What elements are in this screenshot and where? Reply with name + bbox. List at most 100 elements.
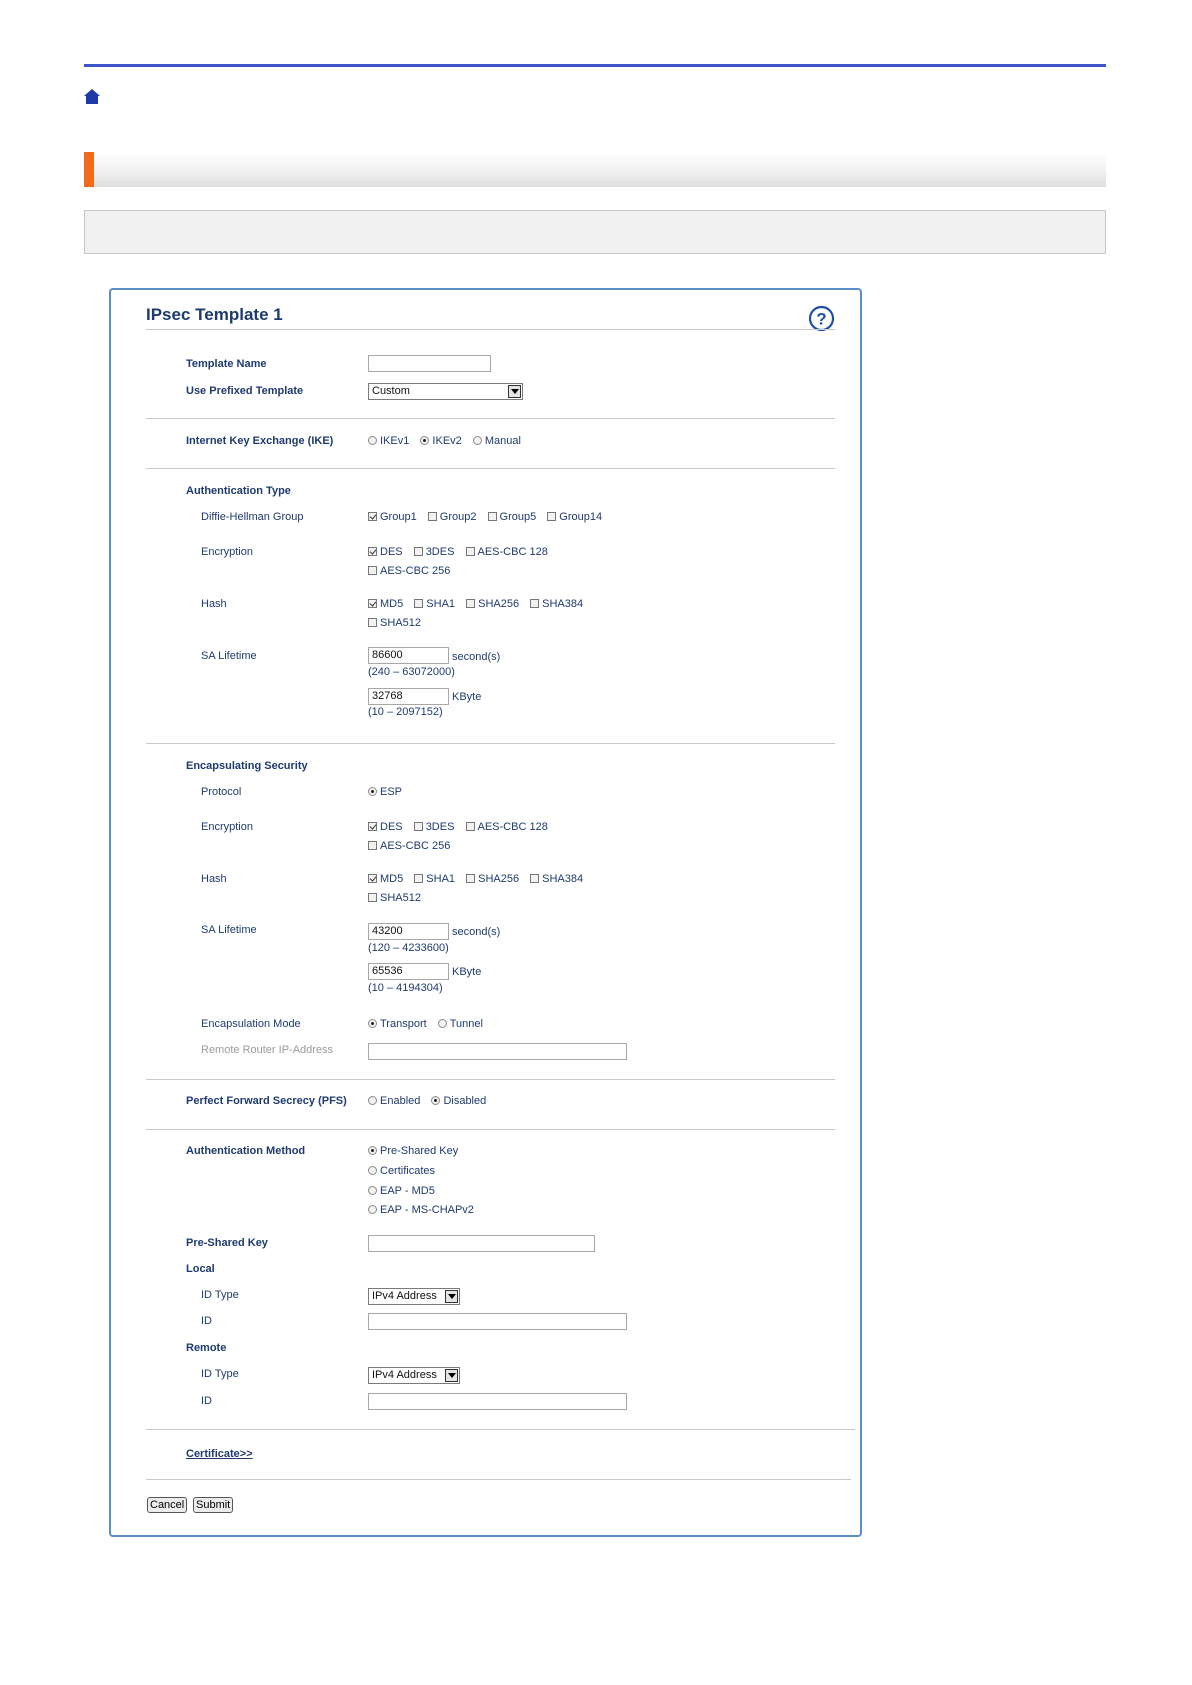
divider [146,1129,835,1130]
auth-method-eap-md5-radio[interactable]: EAP - MD5 [368,1184,435,1198]
encap-sa-seconds-range: (120 – 4233600) [368,942,449,954]
remote-heading: Remote [186,1342,227,1354]
prefixed-template-select[interactable]: Custom [368,383,523,400]
encap-hash-sha256-checkbox[interactable]: SHA256 [466,873,519,885]
radio-icon [368,1166,377,1175]
template-name-input[interactable] [368,355,491,372]
local-id-input[interactable] [368,1313,627,1330]
ike-option-manual[interactable]: Manual [472,435,521,447]
cancel-button[interactable]: Cancel [147,1497,188,1513]
auth-enc-aes128-checkbox[interactable]: AES-CBC 128 [465,546,548,558]
checkbox-icon [427,512,437,521]
encap-hash-sha1-checkbox[interactable]: SHA1 [414,873,455,885]
psk-label: Pre-Shared Key [186,1237,268,1249]
auth-enc-3des-checkbox[interactable]: 3DES [413,546,454,558]
auth-hash-sha256-checkbox[interactable]: SHA256 [466,598,519,610]
auth-method-eap-mschapv2-radio[interactable]: EAP - MS-CHAPv2 [368,1203,474,1217]
encap-hash-sha512-checkbox[interactable]: SHA512 [368,892,421,904]
encap-sa-lifetime-label: SA Lifetime [201,924,257,936]
remote-id-type-label: ID Type [201,1368,239,1380]
pfs-label: Perfect Forward Secrecy (PFS) [186,1095,347,1107]
encap-heading: Encapsulating Security [186,760,308,772]
auth-hash-sha1-checkbox[interactable]: SHA1 [414,598,455,610]
ike-option-ikev2[interactable]: IKEv2 [420,435,462,447]
auth-method-certificates-radio[interactable]: Certificates [368,1164,435,1178]
certificate-link[interactable]: Certificate>> [186,1448,253,1460]
auth-sa-kbyte-input[interactable]: 32768 [368,688,449,705]
divider [146,1479,851,1480]
auth-method-psk-radio[interactable]: Pre-Shared Key [368,1144,458,1158]
checkbox-checked-icon [368,512,377,521]
auth-hash-options-row2: SHA512 [368,616,421,630]
local-heading: Local [186,1263,215,1275]
radio-icon [368,1096,377,1105]
encap-hash-md5-checkbox[interactable]: MD5 [368,873,403,885]
local-id-type-select[interactable]: IPv4 Address [368,1288,460,1305]
divider [146,743,835,744]
radio-selected-icon [368,1019,377,1028]
checkbox-icon [466,874,476,883]
encap-hash-options-row2: SHA512 [368,891,421,905]
checkbox-icon [368,841,377,850]
dropdown-arrow-icon [445,1290,458,1303]
checkbox-checked-icon [368,874,377,883]
radio-icon [368,1186,377,1195]
encap-mode-tunnel-radio[interactable]: Tunnel [437,1018,483,1030]
remote-id-type-value: IPv4 Address [372,1369,437,1381]
local-id-type-value: IPv4 Address [372,1290,437,1302]
dropdown-arrow-icon [508,385,521,398]
auth-sa-kbyte-range: (10 – 2097152) [368,706,443,718]
auth-sa-seconds-input[interactable]: 86600 [368,647,449,664]
encap-enc-3des-checkbox[interactable]: 3DES [413,821,454,833]
ike-label: Internet Key Exchange (IKE) [186,435,334,447]
encap-hash-sha384-checkbox[interactable]: SHA384 [530,873,583,885]
auth-type-heading: Authentication Type [186,485,291,497]
encap-enc-des-checkbox[interactable]: DES [368,821,403,833]
auth-hash-md5-checkbox[interactable]: MD5 [368,598,403,610]
protocol-option[interactable]: ESP [368,785,402,799]
panel-title: IPsec Template 1 [146,305,283,324]
encap-sa-kbyte-unit: KByte [452,966,482,978]
help-icon[interactable]: ? [808,305,835,332]
encap-enc-aes256-checkbox[interactable]: AES-CBC 256 [368,840,450,852]
dh-group-label: Diffie-Hellman Group [201,511,304,523]
remote-id-input[interactable] [368,1393,627,1410]
remote-router-input[interactable] [368,1043,627,1060]
pfs-disabled-radio[interactable]: Disabled [431,1095,486,1107]
auth-hash-sha512-checkbox[interactable]: SHA512 [368,617,421,629]
radio-icon [368,436,377,445]
auth-hash-options: MD5 SHA1 SHA256 SHA384 [368,597,583,611]
title-divider [146,329,835,330]
checkbox-checked-icon [368,547,377,556]
home-icon[interactable] [84,89,100,104]
dh-group14-checkbox[interactable]: Group14 [547,511,602,523]
checkbox-icon [414,599,424,608]
pfs-options: Enabled Disabled [368,1094,486,1108]
encap-mode-transport-radio[interactable]: Transport [368,1018,427,1030]
pfs-enabled-radio[interactable]: Enabled [368,1095,420,1107]
dh-group1-checkbox[interactable]: Group1 [368,511,417,523]
auth-enc-des-checkbox[interactable]: DES [368,546,403,558]
auth-method-label: Authentication Method [186,1145,306,1157]
encap-mode-options: Transport Tunnel [368,1017,483,1031]
section-accent [84,152,94,187]
auth-enc-aes256-checkbox[interactable]: AES-CBC 256 [368,565,450,577]
checkbox-icon [465,822,475,831]
dropdown-arrow-icon [445,1369,458,1382]
auth-encryption-options: DES 3DES AES-CBC 128 [368,545,548,559]
note-box [84,210,1106,254]
dh-group5-checkbox[interactable]: Group5 [487,511,536,523]
remote-id-type-select[interactable]: IPv4 Address [368,1367,460,1384]
checkbox-icon [530,599,540,608]
encap-sa-kbyte-input[interactable]: 65536 [368,963,449,980]
auth-sa-kbyte-unit: KByte [452,691,482,703]
psk-input[interactable] [368,1235,595,1252]
checkbox-icon [414,874,424,883]
auth-hash-sha384-checkbox[interactable]: SHA384 [530,598,583,610]
submit-button[interactable]: Submit [193,1497,234,1513]
ike-option-ikev1[interactable]: IKEv1 [368,435,409,447]
encap-enc-aes128-checkbox[interactable]: AES-CBC 128 [465,821,548,833]
encap-sa-seconds-input[interactable]: 43200 [368,923,449,940]
encap-encryption-options-row2: AES-CBC 256 [368,839,450,853]
dh-group2-checkbox[interactable]: Group2 [427,511,476,523]
